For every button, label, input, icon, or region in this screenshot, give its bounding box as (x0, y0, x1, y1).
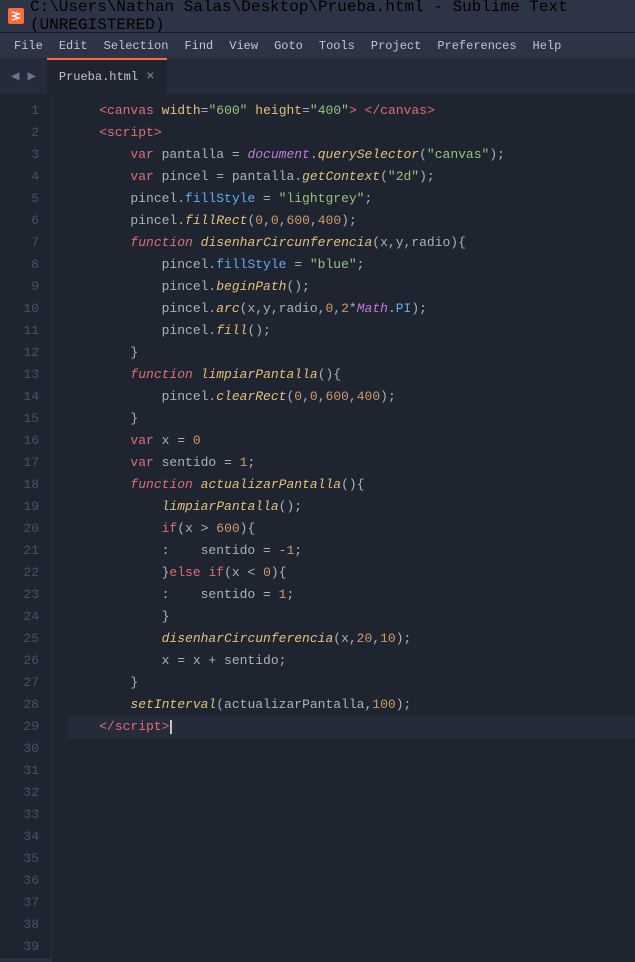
line-num-3: 3 (0, 144, 51, 166)
line-num-19: 19 (0, 496, 51, 518)
nav-left-arrow[interactable]: ◀ (8, 66, 22, 87)
line-num-17: 17 (0, 452, 51, 474)
code-line-10: pincel.fillStyle = "blue"; (68, 254, 635, 276)
code-line-22: var x = 0 (68, 430, 635, 452)
line-num-8: 8 (0, 254, 51, 276)
line-num-4: 4 (0, 166, 51, 188)
code-line-35: x = x + sentido; (68, 650, 635, 672)
code-line-32: } (68, 606, 635, 628)
menu-help[interactable]: Help (525, 37, 570, 55)
line-num-11: 11 (0, 320, 51, 342)
line-num-36: 36 (0, 870, 51, 892)
code-line-13: pincel.fill(); (68, 320, 635, 342)
menu-preferences[interactable]: Preferences (429, 37, 524, 55)
line-num-7: 7 (0, 232, 51, 254)
line-num-21: 21 (0, 540, 51, 562)
line-num-35: 35 (0, 848, 51, 870)
nav-right-arrow[interactable]: ▶ (24, 66, 38, 87)
code-line-11: pincel.beginPath(); (68, 276, 635, 298)
line-num-37: 37 (0, 892, 51, 914)
line-num-28: 28 (0, 694, 51, 716)
menu-selection[interactable]: Selection (96, 37, 177, 55)
line-num-31: 31 (0, 760, 51, 782)
line-num-16: 16 (0, 430, 51, 452)
line-num-32: 32 (0, 782, 51, 804)
code-line-16: function limpiarPantalla(){ (68, 364, 635, 386)
code-line-18: pincel.clearRect(0,0,600,400); (68, 386, 635, 408)
code-line-36: } (68, 672, 635, 694)
code-line-23: var sentido = 1; (68, 452, 635, 474)
line-num-22: 22 (0, 562, 51, 584)
line-num-20: 20 (0, 518, 51, 540)
code-line-34: disenharCircunferencia(x,20,10); (68, 628, 635, 650)
code-line-20: } (68, 408, 635, 430)
code-line-27: limpiarPantalla(); (68, 496, 635, 518)
line-num-2: 2 (0, 122, 51, 144)
code-line-40: </script> (68, 716, 635, 738)
code-line-4: var pantalla = document.querySelector("c… (68, 144, 635, 166)
code-line-28: if(x > 600){ (68, 518, 635, 540)
menu-edit[interactable]: Edit (51, 37, 96, 55)
line-num-25: 25 (0, 628, 51, 650)
line-num-1: 1 (0, 100, 51, 122)
title-bar-text: C:\Users\Nathan Salas\Desktop\Prueba.htm… (30, 0, 627, 34)
line-num-13: 13 (0, 364, 51, 386)
line-num-14: 14 (0, 386, 51, 408)
sublime-text-icon (8, 8, 24, 24)
tab-bar: ◀ ▶ Prueba.html × (0, 58, 635, 94)
line-num-6: 6 (0, 210, 51, 232)
code-line-6: pincel.fillStyle = "lightgrey"; (68, 188, 635, 210)
code-line-14: } (68, 342, 635, 364)
line-num-27: 27 (0, 672, 51, 694)
line-num-40: 40 (0, 958, 51, 962)
line-num-38: 38 (0, 914, 51, 936)
menu-goto[interactable]: Goto (266, 37, 311, 55)
title-bar: C:\Users\Nathan Salas\Desktop\Prueba.htm… (0, 0, 635, 32)
tab-close-button[interactable]: × (146, 70, 154, 84)
code-line-5: var pincel = pantalla.getContext("2d"); (68, 166, 635, 188)
menu-view[interactable]: View (221, 37, 266, 55)
editor: 1 2 3 4 5 6 7 8 9 10 11 12 13 14 15 16 1… (0, 94, 635, 962)
line-num-5: 5 (0, 188, 51, 210)
line-num-24: 24 (0, 606, 51, 628)
menu-find[interactable]: Find (176, 37, 221, 55)
line-num-18: 18 (0, 474, 51, 496)
menu-project[interactable]: Project (363, 37, 429, 55)
line-num-23: 23 (0, 584, 51, 606)
line-numbers: 1 2 3 4 5 6 7 8 9 10 11 12 13 14 15 16 1… (0, 94, 52, 962)
line-num-34: 34 (0, 826, 51, 848)
line-num-26: 26 (0, 650, 51, 672)
line-num-12: 12 (0, 342, 51, 364)
line-num-33: 33 (0, 804, 51, 826)
nav-arrows: ◀ ▶ (8, 58, 47, 94)
code-line-29: : sentido = -1; (68, 540, 635, 562)
menu-bar: File Edit Selection Find View Goto Tools… (0, 32, 635, 58)
line-num-29: 29 (0, 716, 51, 738)
code-line-30: }else if(x < 0){ (68, 562, 635, 584)
line-num-39: 39 (0, 936, 51, 958)
line-num-10: 10 (0, 298, 51, 320)
code-line-12: pincel.arc(x,y,radio,0,2*Math.PI); (68, 298, 635, 320)
code-line-31: : sentido = 1; (68, 584, 635, 606)
line-num-15: 15 (0, 408, 51, 430)
code-line-3: <script> (68, 122, 635, 144)
code-line-25: function actualizarPantalla(){ (68, 474, 635, 496)
code-line-9: function disenharCircunferencia(x,y,radi… (68, 232, 635, 254)
code-area[interactable]: <canvas width="600" height="400"> </canv… (52, 94, 635, 962)
menu-file[interactable]: File (6, 37, 51, 55)
code-line-38: setInterval(actualizarPantalla,100); (68, 694, 635, 716)
tab-label: Prueba.html (59, 70, 138, 84)
menu-tools[interactable]: Tools (311, 37, 363, 55)
code-line-1: <canvas width="600" height="400"> </canv… (68, 100, 635, 122)
line-num-30: 30 (0, 738, 51, 760)
tab-prueba-html[interactable]: Prueba.html × (47, 58, 167, 94)
line-num-9: 9 (0, 276, 51, 298)
code-line-7: pincel.fillRect(0,0,600,400); (68, 210, 635, 232)
